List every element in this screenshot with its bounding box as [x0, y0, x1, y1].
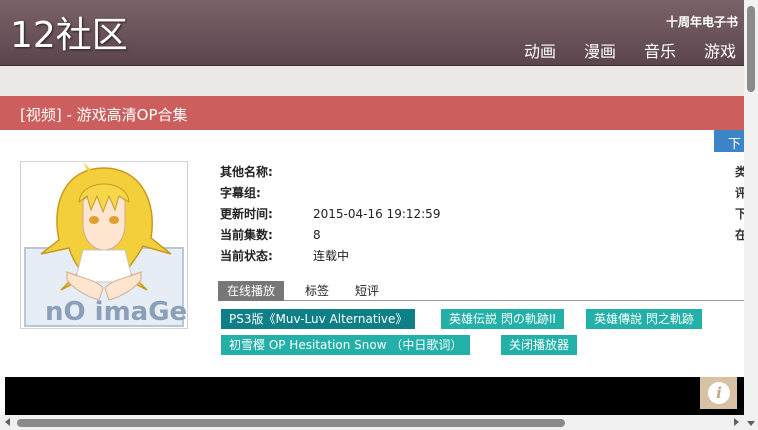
no-image-text: nO imaGe	[45, 297, 187, 327]
source-button[interactable]: 初雪樱 OP Hesitation Snow （中日歌词）	[221, 335, 471, 355]
right-meta-label: 类	[735, 165, 744, 179]
info-button[interactable]: i	[700, 377, 737, 409]
right-meta-label: 评	[735, 186, 744, 200]
cover-image: nO imaGe	[20, 161, 188, 329]
meta-row-status: 当前状态: 连载中	[220, 247, 440, 268]
source-button[interactable]: 英雄傳說 閃之軌跡	[586, 309, 702, 329]
nav-item-anime[interactable]: 动画	[524, 38, 556, 62]
meta-label: 字幕组:	[220, 186, 261, 200]
meta-list: 其他名称: 字幕组: 更新时间: 2015-04-16 19:12:59 当前集数…	[220, 163, 440, 268]
nav-item-comic[interactable]: 漫画	[584, 38, 616, 62]
download-button[interactable]: 下	[714, 130, 744, 152]
page-title: [视频] - 游戏高清OP合集	[20, 106, 188, 124]
scroll-left-arrow-icon	[5, 418, 10, 426]
meta-value: 2015-04-16 19:12:59	[313, 207, 441, 221]
meta-row-other-names: 其他名称:	[220, 163, 440, 184]
ebook-link[interactable]: 十周年电子书	[666, 13, 738, 30]
content-tabs: 在线播放 标签 短评	[218, 281, 744, 301]
vertical-scroll-thumb[interactable]	[747, 6, 755, 92]
source-button[interactable]: PS3版《Muv-Luv Alternative》	[221, 309, 416, 329]
sub-nav-band	[0, 66, 744, 96]
no-image-illustration: nO imaGe	[24, 162, 187, 327]
vertical-scrollbar[interactable]	[744, 0, 758, 415]
nav-item-game[interactable]: 游戏	[704, 38, 736, 62]
tab-tags[interactable]: 标签	[305, 281, 329, 301]
meta-label: 其他名称:	[220, 165, 273, 179]
meta-label: 当前集数:	[220, 228, 273, 242]
meta-row-subtitle-group: 字幕组:	[220, 184, 440, 205]
info-icon: i	[708, 382, 730, 404]
right-meta-label: 在	[735, 228, 744, 242]
meta-row-episode-count: 当前集数: 8	[220, 226, 440, 247]
video-player[interactable]	[5, 377, 744, 415]
main-nav: 动画 漫画 音乐 游戏	[496, 38, 736, 62]
title-bar: [视频] - 游戏高清OP合集	[0, 96, 744, 130]
right-meta-column: 类 评 下 在	[735, 163, 744, 247]
meta-row-update-time: 更新时间: 2015-04-16 19:12:59	[220, 205, 440, 226]
meta-label: 更新时间:	[220, 207, 273, 221]
horizontal-scrollbar[interactable]	[0, 415, 744, 430]
meta-value: 连载中	[313, 249, 350, 263]
nav-item-music[interactable]: 音乐	[644, 38, 676, 62]
close-player-button[interactable]: 关闭播放器	[501, 335, 578, 355]
scroll-right-arrow-icon	[734, 418, 739, 426]
source-button[interactable]: 英雄伝説 閃の軌跡II	[441, 309, 564, 329]
horizontal-scroll-thumb[interactable]	[17, 419, 565, 427]
scroll-down-arrow-icon[interactable]	[744, 415, 758, 430]
tab-short-reviews[interactable]: 短评	[355, 281, 379, 301]
meta-value: 8	[313, 228, 321, 242]
site-logo[interactable]: 12社区	[10, 14, 128, 58]
site-header: 12社区 十周年电子书 动画 漫画 音乐 游戏	[0, 0, 744, 66]
scrollbar-corner	[744, 415, 758, 430]
tab-online-play[interactable]: 在线播放	[218, 281, 285, 301]
right-meta-label: 下	[735, 207, 744, 221]
meta-label: 当前状态:	[220, 249, 273, 263]
